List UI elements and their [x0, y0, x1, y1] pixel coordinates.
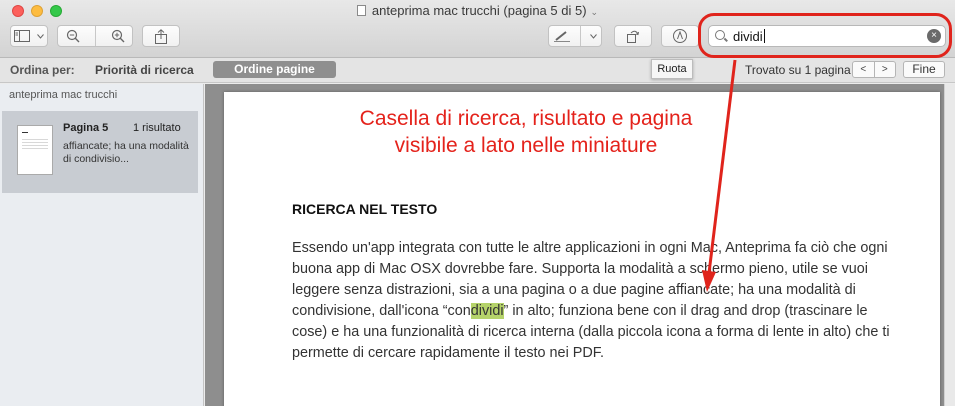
rotate-icon: [627, 30, 639, 43]
sort-by-priority-button[interactable]: Priorità di ricerca: [95, 63, 194, 77]
done-button[interactable]: Fine: [903, 61, 945, 78]
next-result-button[interactable]: >: [875, 62, 896, 77]
search-result-item[interactable]: Pagina 5 1 risultato affiancate; ha una …: [2, 111, 198, 193]
window-title-text: anteprima mac trucchi (pagina 5 di 5): [371, 3, 587, 18]
zoom-control: [57, 25, 133, 47]
sidebar-view-button[interactable]: [10, 25, 48, 47]
previous-result-button[interactable]: <: [853, 62, 875, 77]
sidebar-icon: [14, 30, 31, 42]
body-paragraph: Essendo un'app integrata con tutte le al…: [292, 238, 892, 364]
highlight-button[interactable]: [548, 25, 602, 47]
rotate-button[interactable]: [614, 25, 652, 47]
sort-label: Ordina per:: [10, 63, 75, 77]
preview-window: anteprima mac trucchi (pagina 5 di 5)⌄: [0, 0, 955, 406]
result-count: 1 risultato: [133, 122, 181, 134]
search-results-bar: Ordina per: Priorità di ricerca Ordine p…: [0, 58, 955, 83]
annotation-line-2: visibile a lato nelle miniature: [394, 134, 658, 157]
result-snippet: affiancate; ha una modalità di condivisi…: [63, 140, 189, 165]
title-chevron-icon: ⌄: [590, 7, 599, 17]
zoom-in-icon[interactable]: [111, 29, 125, 43]
document-area: Casella di ricerca, risultato e pagina v…: [205, 84, 955, 406]
share-button[interactable]: [142, 25, 180, 47]
search-highlight-annotation: [698, 13, 952, 58]
highlighter-icon: [554, 31, 571, 42]
result-page: Pagina 5: [63, 122, 109, 134]
chevron-down-icon: [589, 33, 597, 39]
rotate-tooltip: Ruota: [651, 59, 693, 79]
document-page: Casella di ricerca, risultato e pagina v…: [224, 92, 940, 406]
highlight-divider: [579, 26, 581, 46]
page-thumbnail: [17, 125, 53, 175]
chevron-down-icon: [36, 33, 44, 39]
share-icon: [155, 28, 167, 44]
section-heading: RICERCA NEL TESTO: [292, 201, 438, 217]
search-match-highlight: dividi: [470, 303, 504, 319]
result-navigation: < >: [852, 61, 896, 78]
annotation-line-1: Casella di ricerca, risultato e pagina: [359, 107, 693, 130]
markup-toolbar-button[interactable]: [661, 25, 699, 47]
zoom-divider: [94, 26, 96, 46]
sidebar-document-title: anteprima mac trucchi: [9, 89, 118, 101]
document-icon: [356, 5, 366, 16]
markup-pen-icon: [673, 29, 687, 43]
vertical-scrollbar[interactable]: [944, 84, 955, 406]
results-count: Trovato su 1 pagina: [745, 63, 851, 77]
sort-by-page-order-button[interactable]: Ordine pagine: [213, 61, 336, 78]
annotation-text: Casella di ricerca, risultato e pagina v…: [316, 105, 736, 159]
thumbnail-sidebar: anteprima mac trucchi Pagina 5 1 risulta…: [0, 84, 204, 406]
zoom-out-icon[interactable]: [66, 29, 80, 43]
